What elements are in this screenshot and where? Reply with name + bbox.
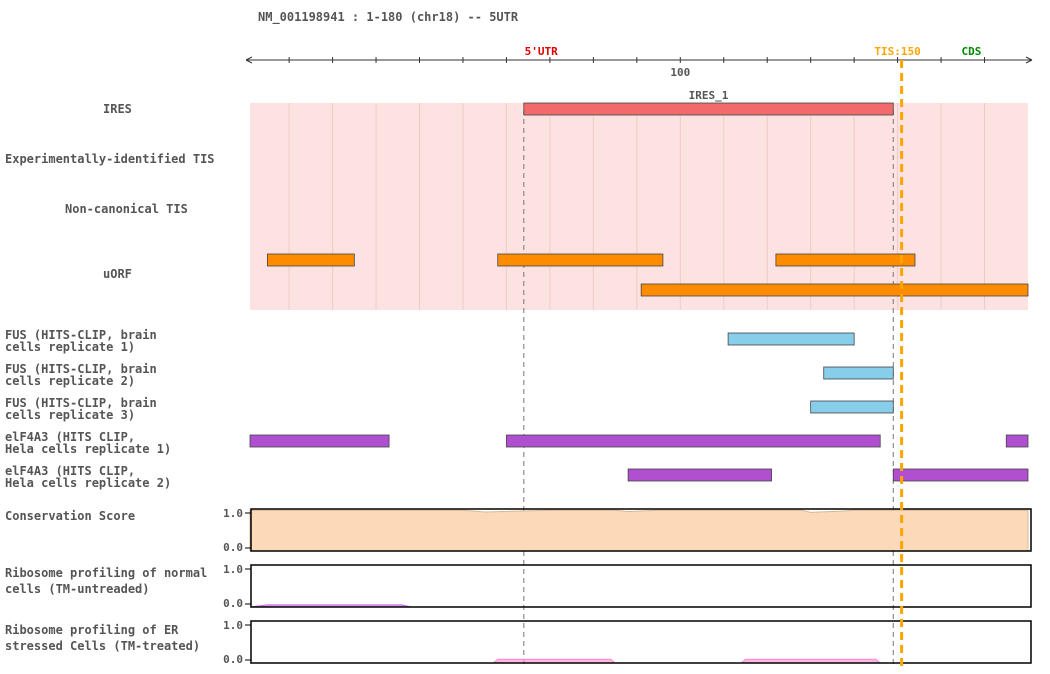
signal-frame — [250, 620, 1032, 664]
signal-area — [249, 509, 1029, 552]
feature-bar — [1005, 434, 1029, 448]
track-label: cells (TM-untreaded) — [5, 582, 150, 596]
track-label: Non-canonical TIS — [65, 202, 188, 216]
track-label: Conservation Score — [5, 509, 135, 523]
y-min-label: 0.0 — [223, 597, 243, 610]
genome-track-chart: 100 5'UTR TIS:150 CDS IRES Experimentally-ide… — [5, 45, 1033, 666]
feature-bar — [823, 366, 894, 380]
track-label: Hela cells replicate 1) — [5, 442, 171, 456]
feature-bar — [775, 253, 916, 267]
track-label: Ribosome profiling of normal — [5, 566, 207, 580]
y-max-label: 1.0 — [223, 619, 243, 632]
track-label: Hela cells replicate 2) — [5, 476, 171, 490]
track-label: uORF — [103, 267, 132, 281]
y-max-label: 1.0 — [223, 507, 243, 520]
ires-region-shading — [250, 103, 1028, 310]
y-min-label: 0.0 — [223, 653, 243, 666]
marker-label: CDS — [962, 45, 982, 58]
marker-label: 5'UTR — [525, 45, 558, 58]
feature-bar — [810, 400, 894, 414]
feature-bar — [523, 102, 894, 116]
y-max-label: 1.0 — [223, 563, 243, 576]
track-label: cells replicate 1) — [5, 340, 135, 354]
signal-frame — [250, 564, 1032, 608]
feature-bar — [627, 468, 772, 482]
track-label: IRES — [103, 102, 132, 116]
feature-bar — [727, 332, 855, 346]
track-label: Experimentally-identified TIS — [5, 152, 215, 166]
track-label: Ribosome profiling of ER — [5, 623, 179, 637]
x-tick-label: 100 — [670, 66, 690, 79]
feature-bar — [497, 253, 664, 267]
y-min-label: 0.0 — [223, 541, 243, 554]
track-label: stressed Cells (TM-treated) — [5, 639, 200, 653]
track-label: cells replicate 2) — [5, 374, 135, 388]
track-label: cells replicate 3) — [5, 408, 135, 422]
feature-label: IRES_1 — [689, 89, 729, 102]
feature-bar — [892, 468, 1029, 482]
feature-bar — [249, 434, 390, 448]
feature-bar — [640, 283, 1029, 297]
feature-bar — [266, 253, 355, 267]
feature-bar — [506, 434, 881, 448]
marker-label: TIS:150 — [874, 45, 920, 58]
